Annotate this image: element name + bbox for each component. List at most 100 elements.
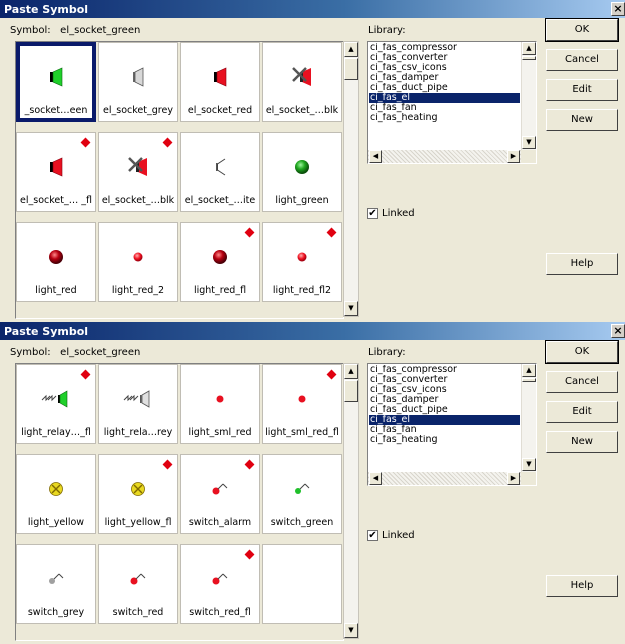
symbol-tile[interactable]: light_sml_red [180,364,260,444]
symbol-tile-caption: light_red_2 [111,285,165,296]
library-scroll-right[interactable]: ▶ [507,150,520,163]
library-scroll-thumb[interactable] [522,378,536,382]
library-scroll-down[interactable]: ▼ [522,136,536,149]
symbol-tile[interactable]: light_red_fl [180,222,260,302]
library-item[interactable]: ci_fas_heating [369,113,520,123]
library-item[interactable]: ci_fas_el [369,93,520,103]
scroll-thumb[interactable] [344,58,358,80]
symbol-grid-scrollbar[interactable]: ▲ ▼ [343,41,359,317]
dot-red-icon [263,387,341,411]
linked-checkbox[interactable]: ✔ [367,530,378,541]
symbol-value: el_socket_green [60,347,141,358]
symbol-tile[interactable]: el_socket_…blk [98,132,178,212]
library-item[interactable]: ci_fas_damper [369,73,520,83]
help-button[interactable]: Help [546,575,618,597]
symbol-tile[interactable]: el_socket_red [180,42,260,122]
cancel-button[interactable]: Cancel [546,49,618,71]
library-item[interactable]: ci_fas_duct_pipe [369,83,520,93]
symbol-tile-caption: switch_grey [27,607,85,618]
library-item[interactable]: ci_fas_duct_pipe [369,405,520,415]
symbol-tile[interactable]: light_yellow_fl [98,454,178,534]
library-item[interactable]: ci_fas_compressor [369,365,520,375]
symbol-tile[interactable]: el_socket_…ite [180,132,260,212]
library-scroll-thumb[interactable] [522,56,536,60]
edit-button[interactable]: Edit [546,401,618,423]
symbol-tile[interactable]: switch_alarm [180,454,260,534]
library-list[interactable]: ci_fas_compressor ci_fas_converter ci_fas_… [367,363,537,486]
symbol-tile[interactable]: el_socket_… _fl [16,132,96,212]
relay-green-icon [17,387,95,411]
library-item[interactable]: ci_fas_damper [369,395,520,405]
library-item[interactable]: ci_fas_csv_icons [369,63,520,73]
library-scroll-up[interactable]: ▲ [522,42,536,55]
new-button[interactable]: New [546,431,618,453]
ok-button[interactable]: OK [545,340,619,364]
symbol-label: Symbol: el_socket_green [10,25,140,36]
library-list[interactable]: ci_fas_compressor ci_fas_converter ci_fas_… [367,41,537,164]
symbol-tile[interactable]: _socket…een [16,42,96,122]
symbol-tile[interactable]: switch_grey [16,544,96,624]
symbol-tile[interactable]: light_yellow [16,454,96,534]
library-hscrollbar[interactable]: ◀ ▶ [368,472,521,485]
library-item[interactable]: ci_fas_heating [369,435,520,445]
help-button[interactable]: Help [546,253,618,275]
symbol-tile[interactable]: light_green [262,132,342,212]
title-bar[interactable]: Paste Symbol × [0,0,625,18]
library-item[interactable]: ci_fas_converter [369,53,520,63]
switch-red-icon [181,477,259,501]
symbol-tile[interactable]: el_socket_…blk [262,42,342,122]
library-vscrollbar[interactable]: ▲ ▼ [521,42,536,150]
library-scroll-left[interactable]: ◀ [369,472,382,485]
title-bar[interactable]: Paste Symbol × [0,322,625,340]
scroll-down-button[interactable]: ▼ [344,623,358,638]
symbol-tile-caption: light_relay…_fl [21,427,91,438]
symbol-tile-caption: light_red [35,285,77,296]
symbol-tile[interactable]: switch_red [98,544,178,624]
library-scroll-right[interactable]: ▶ [507,472,520,485]
socket-crossed-icon [99,155,177,179]
symbol-tile[interactable]: light_sml_red_fl [262,364,342,444]
library-vscrollbar[interactable]: ▲ ▼ [521,364,536,472]
symbol-tile[interactable]: light_relay…_fl [16,364,96,444]
symbol-tile[interactable]: light_red_2 [98,222,178,302]
library-item[interactable]: ci_fas_fan [369,103,520,113]
symbol-tile[interactable]: light_red [16,222,96,302]
symbol-tile-caption: light_yellow_fl [104,517,172,528]
library-label: Library: [368,25,406,36]
symbol-tile-caption: light_sml_red_fl [265,427,339,438]
ok-button[interactable]: OK [545,18,619,42]
library-scroll-down[interactable]: ▼ [522,458,536,471]
library-label: Library: [368,347,406,358]
symbol-grid-scrollbar[interactable]: ▲ ▼ [343,363,359,639]
library-item[interactable]: ci_fas_el [369,415,520,425]
symbol-tile-caption: light_sml_red [188,427,252,438]
close-button[interactable]: × [611,324,625,338]
library-hscrollbar[interactable]: ◀ ▶ [368,150,521,163]
paste-symbol-dialog: Paste Symbol × Symbol: el_socket_green L… [0,0,625,322]
symbol-tile[interactable]: el_socket_grey [98,42,178,122]
library-item[interactable]: ci_fas_compressor [369,43,520,53]
library-item[interactable]: ci_fas_fan [369,425,520,435]
new-button[interactable]: New [546,109,618,131]
library-scroll-left[interactable]: ◀ [369,150,382,163]
dot-red-icon [181,387,259,411]
flag-diamond-icon [162,137,173,148]
symbol-tile[interactable]: switch_red_fl [180,544,260,624]
symbol-tile[interactable]: light_red_fl2 [262,222,342,302]
scroll-thumb[interactable] [344,380,358,402]
scroll-up-button[interactable]: ▲ [344,364,358,379]
symbol-tile-caption: light_red_fl2 [272,285,332,296]
library-scroll-up[interactable]: ▲ [522,364,536,377]
cancel-button[interactable]: Cancel [546,371,618,393]
symbol-tile[interactable]: light_rela…rey [98,364,178,444]
flag-diamond-icon [326,227,337,238]
scroll-up-button[interactable]: ▲ [344,42,358,57]
close-button[interactable]: × [611,2,625,16]
library-item[interactable]: ci_fas_csv_icons [369,385,520,395]
edit-button[interactable]: Edit [546,79,618,101]
scroll-down-button[interactable]: ▼ [344,301,358,316]
linked-checkbox[interactable]: ✔ [367,208,378,219]
symbol-tile[interactable] [262,544,342,624]
library-item[interactable]: ci_fas_converter [369,375,520,385]
symbol-tile[interactable]: switch_green [262,454,342,534]
